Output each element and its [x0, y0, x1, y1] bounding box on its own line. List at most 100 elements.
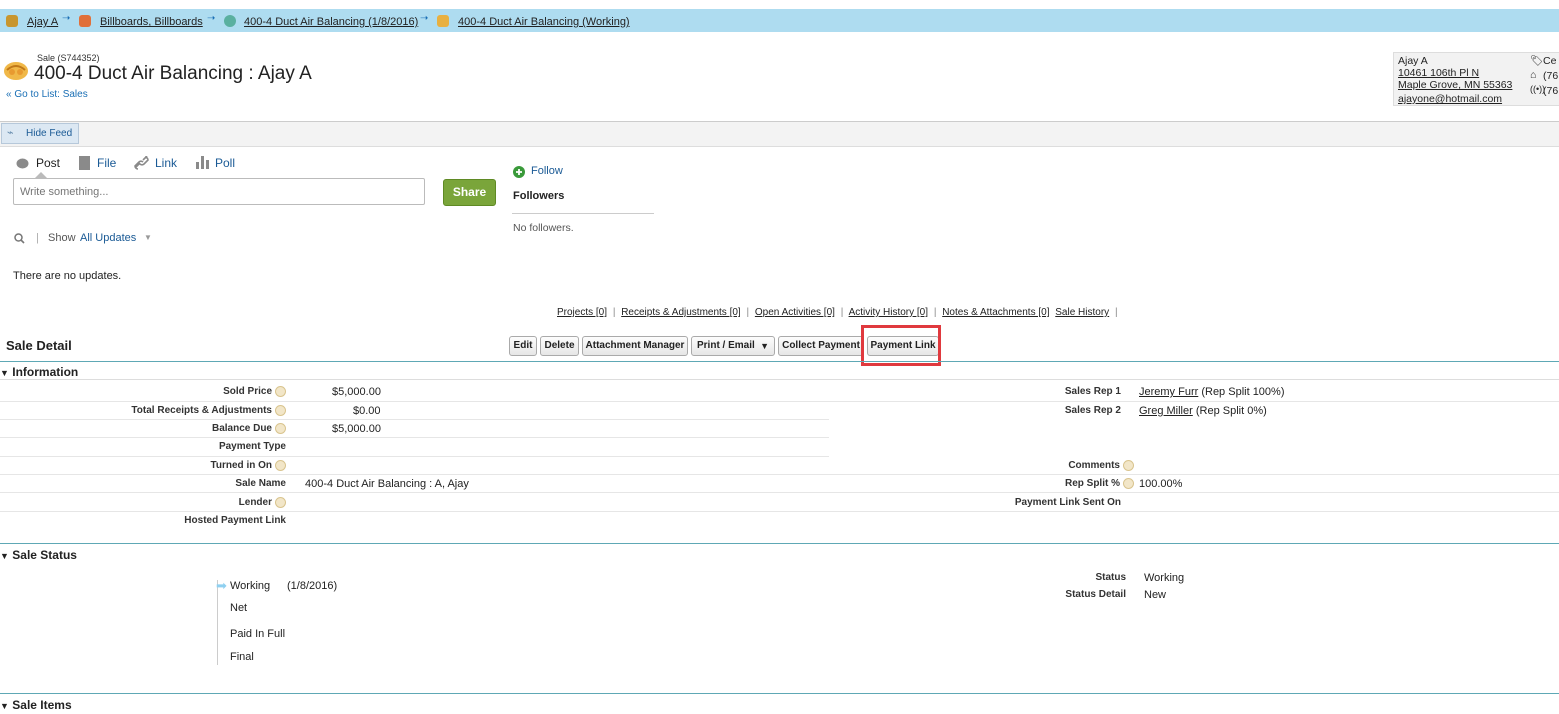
contact-street[interactable]: 10461 106th Pl N — [1398, 67, 1479, 79]
attachment-manager-button[interactable]: Attachment Manager — [582, 336, 688, 356]
search-icon[interactable] — [14, 231, 25, 249]
record-type: Sale (S744352) — [37, 53, 100, 63]
handshake-icon — [437, 15, 449, 27]
followers-heading: Followers — [513, 190, 565, 202]
field-value-sale-name: 400-4 Duct Air Balancing : A, Ajay — [305, 478, 469, 490]
help-icon[interactable] — [275, 497, 286, 508]
page-title: 400-4 Duct Air Balancing : Ajay A — [34, 63, 312, 84]
separator: | — [933, 307, 937, 318]
contact-email[interactable]: ajayone@hotmail.com — [1398, 93, 1502, 105]
help-icon[interactable] — [275, 423, 286, 434]
section-title: Sale Items — [12, 698, 72, 712]
sales-rep-2-link[interactable]: Greg Miller — [1139, 405, 1193, 417]
cube-icon — [79, 15, 91, 27]
field-label-rep-split: Rep Split % — [1065, 478, 1134, 489]
arrow-right-icon: ➝ — [62, 13, 71, 24]
handshake-icon — [3, 58, 30, 82]
no-updates-text: There are no updates. — [13, 270, 122, 282]
breadcrumb: Ajay A ➝ Billboards, Billboards ➝ 400-4 … — [0, 9, 1559, 32]
breadcrumb-project[interactable]: Billboards, Billboards — [100, 16, 203, 28]
arrow-right-icon: ➝ — [207, 13, 216, 24]
hide-feed-button[interactable]: ⌁ Hide Feed — [1, 123, 79, 144]
chevron-down-icon: ▼ — [760, 341, 769, 351]
follow-link[interactable]: Follow — [531, 165, 563, 177]
separator: | — [36, 232, 39, 244]
section-title: Sale Status — [12, 548, 77, 562]
post-input[interactable] — [13, 178, 425, 205]
tab-poll[interactable]: Poll — [215, 156, 235, 170]
contact-right-text: (76 — [1543, 70, 1559, 82]
separator: | — [746, 307, 750, 318]
status-step-net: Net — [230, 602, 248, 614]
field-label-sales-rep-2: Sales Rep 2 — [1064, 405, 1121, 416]
separator: | — [1114, 307, 1118, 318]
link-projects[interactable]: Projects [0] — [557, 307, 607, 318]
field-label-hosted-payment-link: Hosted Payment Link — [184, 515, 286, 526]
status-step-paid-in-full: Paid In Full — [230, 628, 286, 640]
file-icon — [79, 156, 90, 175]
no-followers-text: No followers. — [513, 222, 574, 234]
field-label-sale-name: Sale Name — [235, 478, 286, 489]
go-to-list-link[interactable]: « Go to List: Sales — [6, 89, 88, 100]
collect-payment-button[interactable]: Collect Payment — [778, 336, 864, 356]
field-value-sales-rep-2: Greg Miller (Rep Split 0%) — [1139, 405, 1267, 417]
divider — [0, 379, 1559, 380]
status-step-final: Final — [230, 651, 254, 663]
feed-toolbar — [0, 121, 1559, 147]
share-button[interactable]: Share — [443, 179, 496, 206]
chevron-down-icon[interactable]: ▼ — [144, 233, 152, 242]
help-icon[interactable] — [275, 460, 286, 471]
sales-rep-1-link[interactable]: Jeremy Furr — [1139, 386, 1198, 398]
help-icon[interactable] — [275, 386, 286, 397]
link-sale-history[interactable]: Sale History — [1052, 307, 1109, 318]
help-icon[interactable] — [1123, 478, 1134, 489]
highlight-box — [861, 325, 941, 366]
link-activity-history[interactable]: Activity History [0] — [849, 307, 928, 318]
help-icon[interactable] — [275, 405, 286, 416]
field-value-sold-price: $5,000.00 — [332, 386, 381, 398]
section-toggle-sale-status[interactable]: ▼ Sale Status — [0, 548, 77, 562]
hide-feed-label: Hide Feed — [26, 128, 73, 139]
status-step-date: (1/8/2016) — [287, 580, 338, 592]
breadcrumb-opportunity[interactable]: 400-4 Duct Air Balancing (1/8/2016) — [244, 16, 418, 28]
help-icon[interactable] — [1123, 460, 1134, 471]
link-receipts[interactable]: Receipts & Adjustments [0] — [621, 307, 741, 318]
section-toggle-information[interactable]: ▼ Information — [0, 365, 78, 379]
post-icon — [16, 157, 29, 175]
poll-icon — [196, 156, 209, 174]
delete-button[interactable]: Delete — [540, 336, 579, 356]
tag-icon: 🏷 — [1530, 55, 1544, 67]
contact-right-text: (76 — [1543, 85, 1559, 97]
field-label-lender: Lender — [239, 497, 286, 508]
triangle-down-icon: ▼ — [0, 368, 9, 378]
field-label-status: Status — [1095, 572, 1126, 583]
field-value-total-receipts: $0.00 — [353, 405, 381, 417]
divider — [512, 213, 654, 214]
section-toggle-sale-items[interactable]: ▼ Sale Items — [0, 698, 72, 712]
related-links: Projects [0] | Receipts & Adjustments [0… — [557, 307, 1121, 318]
contact-name: Ajay A — [1398, 55, 1428, 67]
link-open-activities[interactable]: Open Activities [0] — [755, 307, 835, 318]
plus-circle-icon — [513, 165, 525, 183]
contact-city[interactable]: Maple Grove, MN 55363 — [1398, 79, 1512, 91]
contact-right-text: Ce — [1543, 55, 1557, 67]
field-value-rep-split: 100.00% — [1139, 478, 1183, 490]
section-rule — [0, 693, 1559, 694]
print-email-button[interactable]: Print / Email ▼ — [691, 336, 775, 356]
tab-file[interactable]: File — [97, 156, 116, 170]
breadcrumb-contact[interactable]: Ajay A — [27, 16, 58, 28]
section-rule — [0, 361, 1559, 362]
show-filter-dropdown[interactable]: All Updates — [80, 232, 136, 244]
field-label-sales-rep-1: Sales Rep 1 — [1064, 386, 1121, 397]
tab-link[interactable]: Link — [155, 156, 177, 170]
link-icon — [134, 155, 149, 175]
arrow-right-icon: ➝ — [420, 13, 429, 24]
print-email-label: Print / Email — [697, 340, 755, 351]
breadcrumb-sale[interactable]: 400-4 Duct Air Balancing (Working) — [458, 16, 630, 28]
link-notes-attachments[interactable]: Notes & Attachments [0] — [942, 307, 1049, 318]
field-value-balance-due: $5,000.00 — [332, 423, 381, 435]
field-label-sold-price: Sold Price — [223, 386, 286, 397]
section-title-sale-detail: Sale Detail — [6, 338, 72, 353]
tab-post[interactable]: Post — [36, 156, 60, 170]
edit-button[interactable]: Edit — [509, 336, 537, 356]
